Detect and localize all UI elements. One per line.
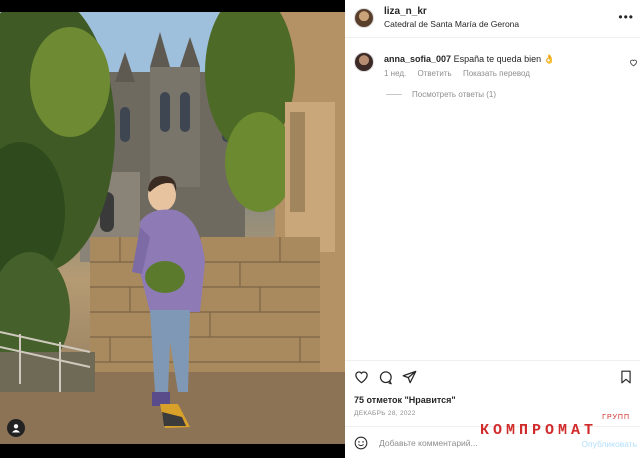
view-replies-button[interactable]: Посмотреть ответы (1): [386, 90, 496, 99]
post-photo[interactable]: [0, 12, 345, 444]
comment-text: España te queda bien 👌: [453, 54, 555, 64]
view-replies-label: Посмотреть ответы (1): [412, 90, 497, 99]
post-author-username[interactable]: liza_n_kr: [384, 6, 427, 17]
user-tag-icon: [12, 424, 20, 433]
comment-age: 1 нед.: [384, 69, 407, 78]
post-date: ДЕКАБРЬ 28, 2022: [354, 410, 416, 417]
post-location[interactable]: Catedral de Santa María de Gerona: [384, 19, 519, 29]
more-options-icon[interactable]: •••: [618, 10, 634, 24]
comment-like-icon[interactable]: [629, 58, 638, 69]
commenter-avatar[interactable]: [354, 52, 374, 72]
post-side-panel: liza_n_kr Catedral de Santa María de Ger…: [345, 0, 640, 458]
comment-icon[interactable]: [378, 370, 393, 390]
replies-divider: [386, 94, 402, 95]
reply-button[interactable]: Ответить: [418, 69, 452, 78]
publish-button[interactable]: Опубликовать: [581, 439, 637, 449]
user-tag-button[interactable]: [7, 419, 25, 437]
post-author-avatar[interactable]: [354, 8, 374, 28]
photo-pane: [0, 0, 345, 458]
commenter-username[interactable]: anna_sofia_007: [384, 54, 451, 64]
show-translation-button[interactable]: Показать перевод: [463, 69, 530, 78]
emoji-icon[interactable]: [354, 436, 368, 455]
post-header: liza_n_kr Catedral de Santa María de Ger…: [345, 0, 640, 38]
comment-input[interactable]: [379, 435, 569, 451]
bookmark-icon[interactable]: [620, 370, 632, 389]
photo-illustration: [0, 12, 345, 444]
share-icon[interactable]: [402, 370, 417, 389]
post-actions-bar: [345, 360, 640, 390]
heart-icon[interactable]: [354, 370, 369, 389]
comment-meta: 1 нед. Ответить Показать перевод: [384, 69, 539, 78]
comment-body: anna_sofia_007 España te queda bien 👌: [384, 54, 555, 65]
comment-composer: Опубликовать: [345, 426, 640, 458]
likes-count[interactable]: 75 отметок "Нравится": [354, 395, 456, 405]
